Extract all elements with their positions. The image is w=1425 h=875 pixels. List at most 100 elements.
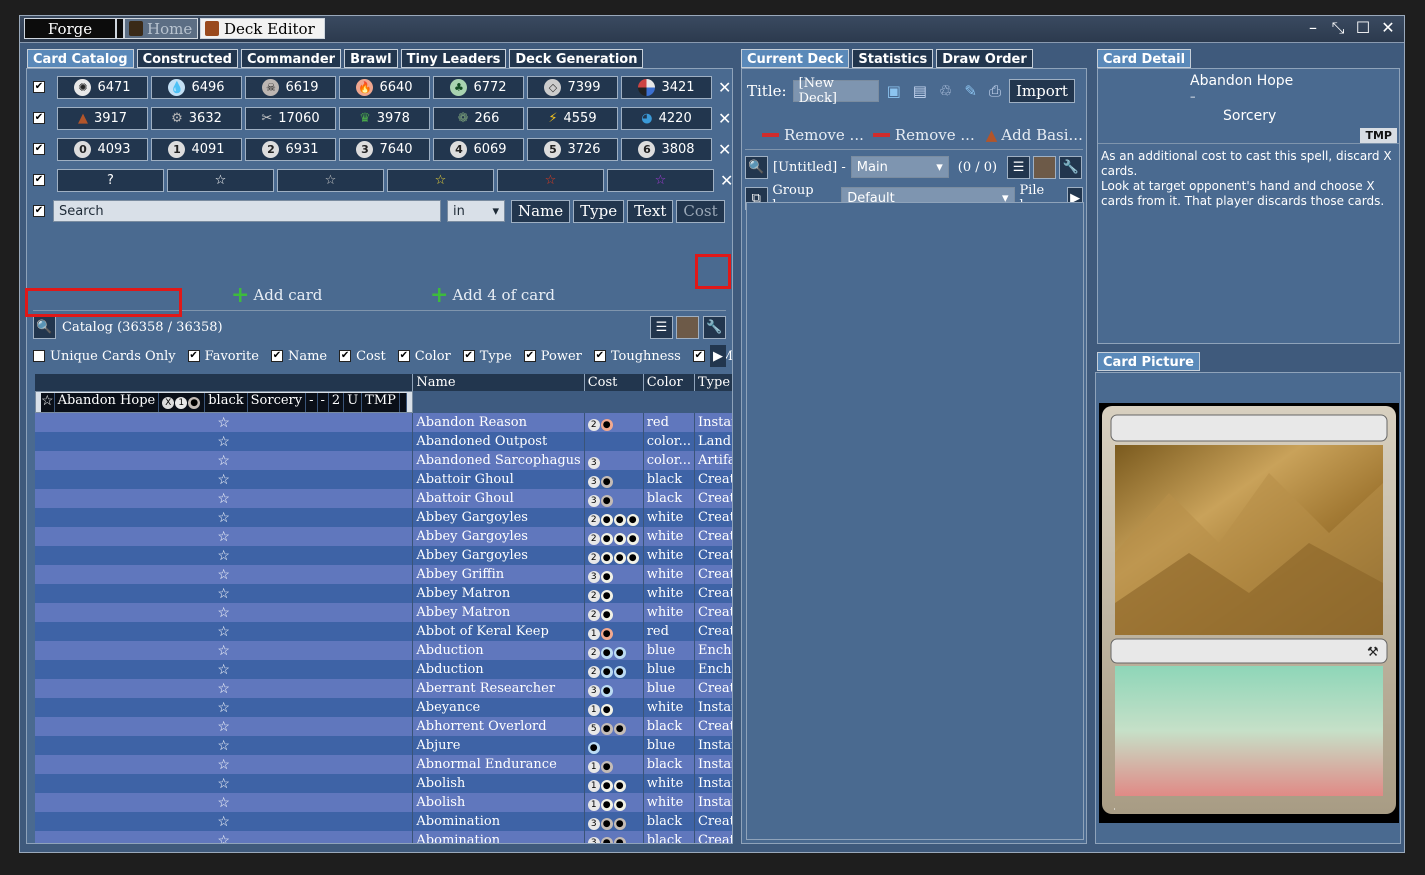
filter-enchantment[interactable]: ♛ 3978: [339, 106, 430, 130]
catalog-search-icon[interactable]: 🔍: [33, 315, 56, 339]
unique-cards-checkbox[interactable]: [33, 350, 45, 362]
color-column-option[interactable]: ✔ Color: [397, 349, 451, 364]
cmc-filter-checkbox[interactable]: ✔: [33, 143, 45, 155]
filter-cmc-4[interactable]: 4 6069: [433, 137, 524, 161]
tab-home[interactable]: Home: [124, 18, 198, 39]
filter-rarity-unknown[interactable]: ?: [57, 168, 164, 192]
search-cost-toggle[interactable]: Cost: [676, 199, 725, 223]
favorite-star-icon[interactable]: ☆: [35, 622, 414, 641]
deck-search-icon[interactable]: 🔍: [745, 155, 768, 179]
option-checkbox[interactable]: ✔: [339, 350, 352, 362]
remove-4-button[interactable]: Remove ...: [872, 126, 975, 144]
cost-column-option[interactable]: ✔ Cost: [339, 349, 386, 364]
table-row[interactable]: ☆Abbey Griffin3W3●whiteCreature - Griffi…: [35, 565, 732, 584]
table-row[interactable]: ☆Abbot of Keral Keep1R1●redCreature - Hu…: [35, 622, 732, 641]
table-row[interactable]: ☆Abhorrent Overlord5BB5●●blackCreature -…: [35, 717, 732, 736]
favorite-star-icon[interactable]: ☆: [35, 755, 414, 774]
tab-current-deck[interactable]: Current Deck: [741, 49, 850, 68]
filter-white[interactable]: ✺ 6471: [57, 75, 148, 99]
favorite-star-icon[interactable]: ☆: [35, 603, 414, 622]
table-row[interactable]: ☆Abolish1WW1●●whiteInstant--3UDDF: [35, 774, 732, 793]
tab-card-picture[interactable]: Card Picture: [1097, 352, 1200, 371]
table-row[interactable]: ☆Abeyance1W1●whiteInstant--2RWTH: [35, 698, 732, 717]
tab-commander[interactable]: Commander: [240, 49, 342, 68]
search-input[interactable]: Search: [53, 200, 441, 222]
filter-rarity-common[interactable]: ☆: [167, 168, 274, 192]
add-card-button[interactable]: + Add card: [231, 284, 322, 306]
filter-artifact[interactable]: ⚙ 3632: [151, 106, 242, 130]
table-row[interactable]: ☆Abattoir Ghoul3B3●blackCreature - Zombi…: [35, 489, 732, 508]
filter-cmc-5[interactable]: 5 3726: [527, 137, 618, 161]
favorite-star-icon[interactable]: ☆: [41, 392, 55, 412]
column-header[interactable]: Color: [643, 374, 695, 391]
filter-blue[interactable]: 💧 6496: [151, 75, 242, 99]
favorite-star-icon[interactable]: ☆: [35, 527, 414, 546]
filter-rarity-mythic[interactable]: ☆: [497, 168, 604, 192]
tab-constructed[interactable]: Constructed: [136, 49, 238, 68]
filter-colorless[interactable]: ◇ 7399: [527, 75, 618, 99]
color-filter-checkbox[interactable]: ✔: [33, 81, 45, 93]
table-row[interactable]: ☆Abomination3BB3●●blackCreature - Horror…: [35, 812, 732, 831]
save-as-icon[interactable]: ▤: [913, 82, 927, 100]
tab-deck-generation[interactable]: Deck Generation: [509, 49, 644, 68]
filter-green[interactable]: ♣ 6772: [433, 75, 524, 99]
filter-land[interactable]: ▲ 3917: [57, 106, 148, 130]
scroll-right-icon[interactable]: ▶: [710, 345, 726, 367]
type-column-option[interactable]: ✔ Type: [462, 349, 512, 364]
image-view-icon[interactable]: [676, 315, 699, 339]
option-checkbox[interactable]: ✔: [523, 350, 536, 362]
tab-draw-order[interactable]: Draw Order: [936, 49, 1033, 68]
tab-card-detail[interactable]: Card Detail: [1097, 49, 1192, 68]
close-window-button[interactable]: ✕: [1380, 18, 1396, 38]
filter-cmc-6[interactable]: 6 3808: [621, 137, 712, 161]
tab-card-catalog[interactable]: Card Catalog: [27, 49, 134, 68]
add-basic-lands-button[interactable]: ▲ Add Basi...: [986, 126, 1083, 144]
column-header[interactable]: Type: [694, 374, 732, 391]
tab-brawl[interactable]: Brawl: [344, 49, 398, 68]
unique-cards-only-option[interactable]: Unique Cards Only: [33, 349, 176, 364]
clear-cmc-filter-icon[interactable]: ✕: [718, 140, 731, 159]
favorite-star-icon[interactable]: ☆: [35, 679, 414, 698]
table-row[interactable]: ☆Abandoned Outpostcolor...Land--0CODY: [35, 432, 732, 451]
filter-red[interactable]: 🔥 6640: [339, 75, 430, 99]
search-type-toggle[interactable]: Type: [573, 199, 625, 223]
favorite-star-icon[interactable]: ☆: [35, 717, 414, 736]
list-view-icon[interactable]: ☰: [1007, 155, 1031, 179]
table-row[interactable]: ☆Aberrant Researcher3U3●blueCreature - H…: [35, 679, 732, 698]
search-name-toggle[interactable]: Name: [511, 199, 571, 223]
favorite-star-icon[interactable]: ☆: [35, 508, 414, 527]
deck-card-area[interactable]: [746, 202, 1084, 840]
favorite-star-icon[interactable]: ☆: [35, 736, 414, 755]
print-icon[interactable]: ⎙: [989, 82, 1001, 100]
minimize-button[interactable]: –: [1305, 18, 1321, 38]
option-checkbox[interactable]: ✔: [462, 350, 475, 362]
wrench-icon[interactable]: 🔧: [703, 315, 726, 339]
table-row[interactable]: ☆Abattoir Ghoul3B3●blackCreature - Zombi…: [35, 470, 732, 489]
favorite-star-icon[interactable]: ☆: [35, 774, 414, 793]
favorite-column-option[interactable]: ✔ Favorite: [187, 349, 259, 364]
image-view-icon[interactable]: [1033, 155, 1057, 179]
table-row[interactable]: ☆Abolish1WW1●●whiteInstant--3UPCY: [35, 793, 732, 812]
filter-multicolor[interactable]: 3421: [621, 75, 712, 99]
forge-menu-tab[interactable]: Forge: [24, 18, 116, 39]
option-checkbox[interactable]: ✔: [397, 350, 410, 362]
add-4-card-button[interactable]: + Add 4 of card: [430, 284, 555, 306]
filter-rarity-special[interactable]: ☆: [607, 168, 714, 192]
tab-deck-editor[interactable]: Deck Editor: [200, 18, 325, 39]
column-header[interactable]: Cost: [584, 374, 644, 391]
favorite-star-icon[interactable]: ☆: [35, 641, 414, 660]
option-checkbox[interactable]: ✔: [187, 350, 200, 362]
favorite-star-icon[interactable]: ☆: [35, 546, 414, 565]
column-header[interactable]: Name: [412, 374, 585, 391]
favorite-star-icon[interactable]: ☆: [35, 584, 414, 603]
remove-card-button[interactable]: Remove ...: [762, 126, 864, 144]
table-row[interactable]: ☆Abnormal Endurance1B1●blackInstant--2CM…: [35, 755, 732, 774]
favorite-star-icon[interactable]: ☆: [35, 831, 414, 843]
search-filter-checkbox[interactable]: ✔: [33, 205, 45, 217]
fullscreen-button[interactable]: ⤡: [1330, 18, 1346, 38]
table-row[interactable]: ☆Abandon HopeX1BX1●blackSorcery--2UTMP: [35, 391, 413, 413]
power-column-option[interactable]: ✔ Power: [523, 349, 582, 364]
toughness-column-option[interactable]: ✔ Toughness: [593, 349, 681, 364]
search-text-toggle[interactable]: Text: [627, 199, 674, 223]
filter-planeswalker[interactable]: ❁ 266: [433, 106, 524, 130]
